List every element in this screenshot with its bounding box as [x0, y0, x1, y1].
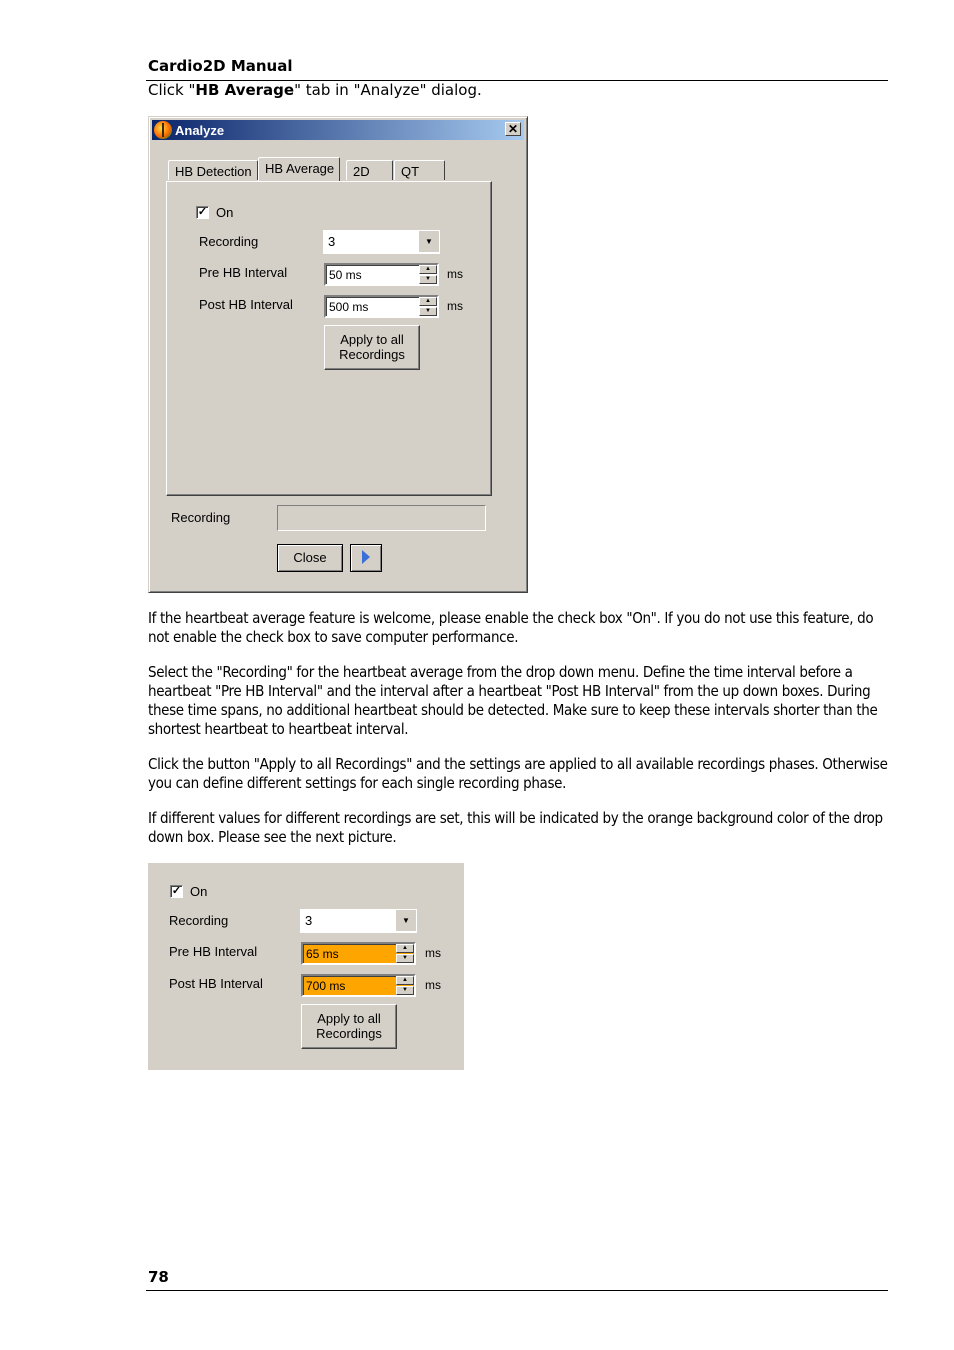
spin-down-icon[interactable]: ▼: [419, 307, 437, 316]
recording-value: 3: [328, 234, 336, 249]
tab-hb-average[interactable]: HB Average: [258, 157, 341, 181]
on-label-2: On: [190, 884, 208, 899]
footer-recording-label: Recording: [171, 510, 231, 525]
spin-down-icon[interactable]: ▼: [419, 275, 437, 284]
on-checkbox[interactable]: ✓: [196, 206, 209, 219]
pre-hb-label-2: Pre HB Interval: [169, 944, 258, 959]
recording-label-2: Recording: [169, 913, 229, 928]
spin-down-icon[interactable]: ▼: [396, 954, 414, 963]
spin-up-icon[interactable]: ▲: [419, 265, 437, 274]
pre-hb-value[interactable]: 50 ms: [329, 268, 362, 282]
recording-dropdown[interactable]: 3 ▼: [323, 230, 440, 254]
intro-text: Click "HB Average" tab in "Analyze" dial…: [148, 81, 482, 99]
play-icon: [362, 550, 370, 564]
post-hb-value-2[interactable]: 700 ms: [306, 979, 345, 993]
post-hb-stepper-2[interactable]: 700 ms ▲ ▼: [301, 974, 416, 997]
post-hb-stepper[interactable]: 500 ms ▲ ▼: [324, 295, 439, 318]
pre-hb-label: Pre HB Interval: [199, 265, 288, 280]
pre-hb-stepper-2[interactable]: 65 ms ▲ ▼: [301, 942, 416, 965]
apply-to-all-button[interactable]: Apply to all Recordings: [324, 325, 420, 370]
tab-qt[interactable]: QT: [394, 160, 445, 180]
post-hb-value[interactable]: 500 ms: [329, 300, 368, 314]
apply-line2: Recordings: [316, 1026, 382, 1041]
recording-label: Recording: [199, 234, 259, 249]
post-hb-label-2: Post HB Interval: [169, 976, 263, 991]
apply-line1: Apply to all: [340, 332, 404, 347]
paragraph-4: If different values for different record…: [148, 809, 883, 846]
tab-hb-detection[interactable]: HB Detection: [168, 160, 258, 180]
chevron-down-icon[interactable]: ▼: [396, 910, 416, 931]
app-logo-icon: [154, 121, 172, 139]
page-number: 78: [148, 1268, 169, 1286]
recording-dropdown-2[interactable]: 3 ▼: [300, 909, 417, 933]
apply-to-all-button-2[interactable]: Apply to all Recordings: [301, 1004, 397, 1049]
manual-title: Cardio2D Manual: [148, 57, 293, 75]
close-button[interactable]: Close: [277, 544, 343, 572]
paragraph-1: If the heartbeat average feature is welc…: [148, 609, 874, 646]
title-bar: Analyze ✕: [152, 120, 524, 140]
recording-status-field: [277, 505, 486, 531]
on-checkbox-2[interactable]: ✓: [170, 885, 183, 898]
paragraph-3: Click the button "Apply to all Recording…: [148, 755, 888, 792]
apply-line1: Apply to all: [317, 1011, 381, 1026]
spin-down-icon[interactable]: ▼: [396, 986, 414, 995]
recording-value-2: 3: [305, 913, 313, 928]
intro-bold: HB Average: [195, 81, 295, 99]
chevron-down-icon[interactable]: ▼: [419, 231, 439, 252]
pre-hb-unit: ms: [447, 267, 463, 281]
tab-2d[interactable]: 2D: [346, 160, 393, 180]
spin-up-icon[interactable]: ▲: [396, 944, 414, 953]
pre-hb-value-2[interactable]: 65 ms: [306, 947, 339, 961]
pre-hb-stepper[interactable]: 50 ms ▲ ▼: [324, 263, 439, 286]
post-hb-unit: ms: [447, 299, 463, 313]
post-hb-label: Post HB Interval: [199, 297, 293, 312]
intro-prefix: Click ": [148, 81, 196, 99]
apply-line2: Recordings: [339, 347, 405, 362]
next-button[interactable]: [350, 544, 382, 572]
spin-up-icon[interactable]: ▲: [396, 976, 414, 985]
close-window-button[interactable]: ✕: [505, 122, 521, 136]
dialog-title: Analyze: [175, 122, 225, 138]
footer-rule: [146, 1290, 888, 1291]
spin-up-icon[interactable]: ▲: [419, 297, 437, 306]
intro-suffix: " tab in "Analyze" dialog.: [294, 81, 482, 99]
pre-hb-unit-2: ms: [425, 946, 441, 960]
paragraph-2: Select the "Recording" for the heartbeat…: [148, 663, 878, 738]
on-label: On: [216, 205, 234, 220]
post-hb-unit-2: ms: [425, 978, 441, 992]
